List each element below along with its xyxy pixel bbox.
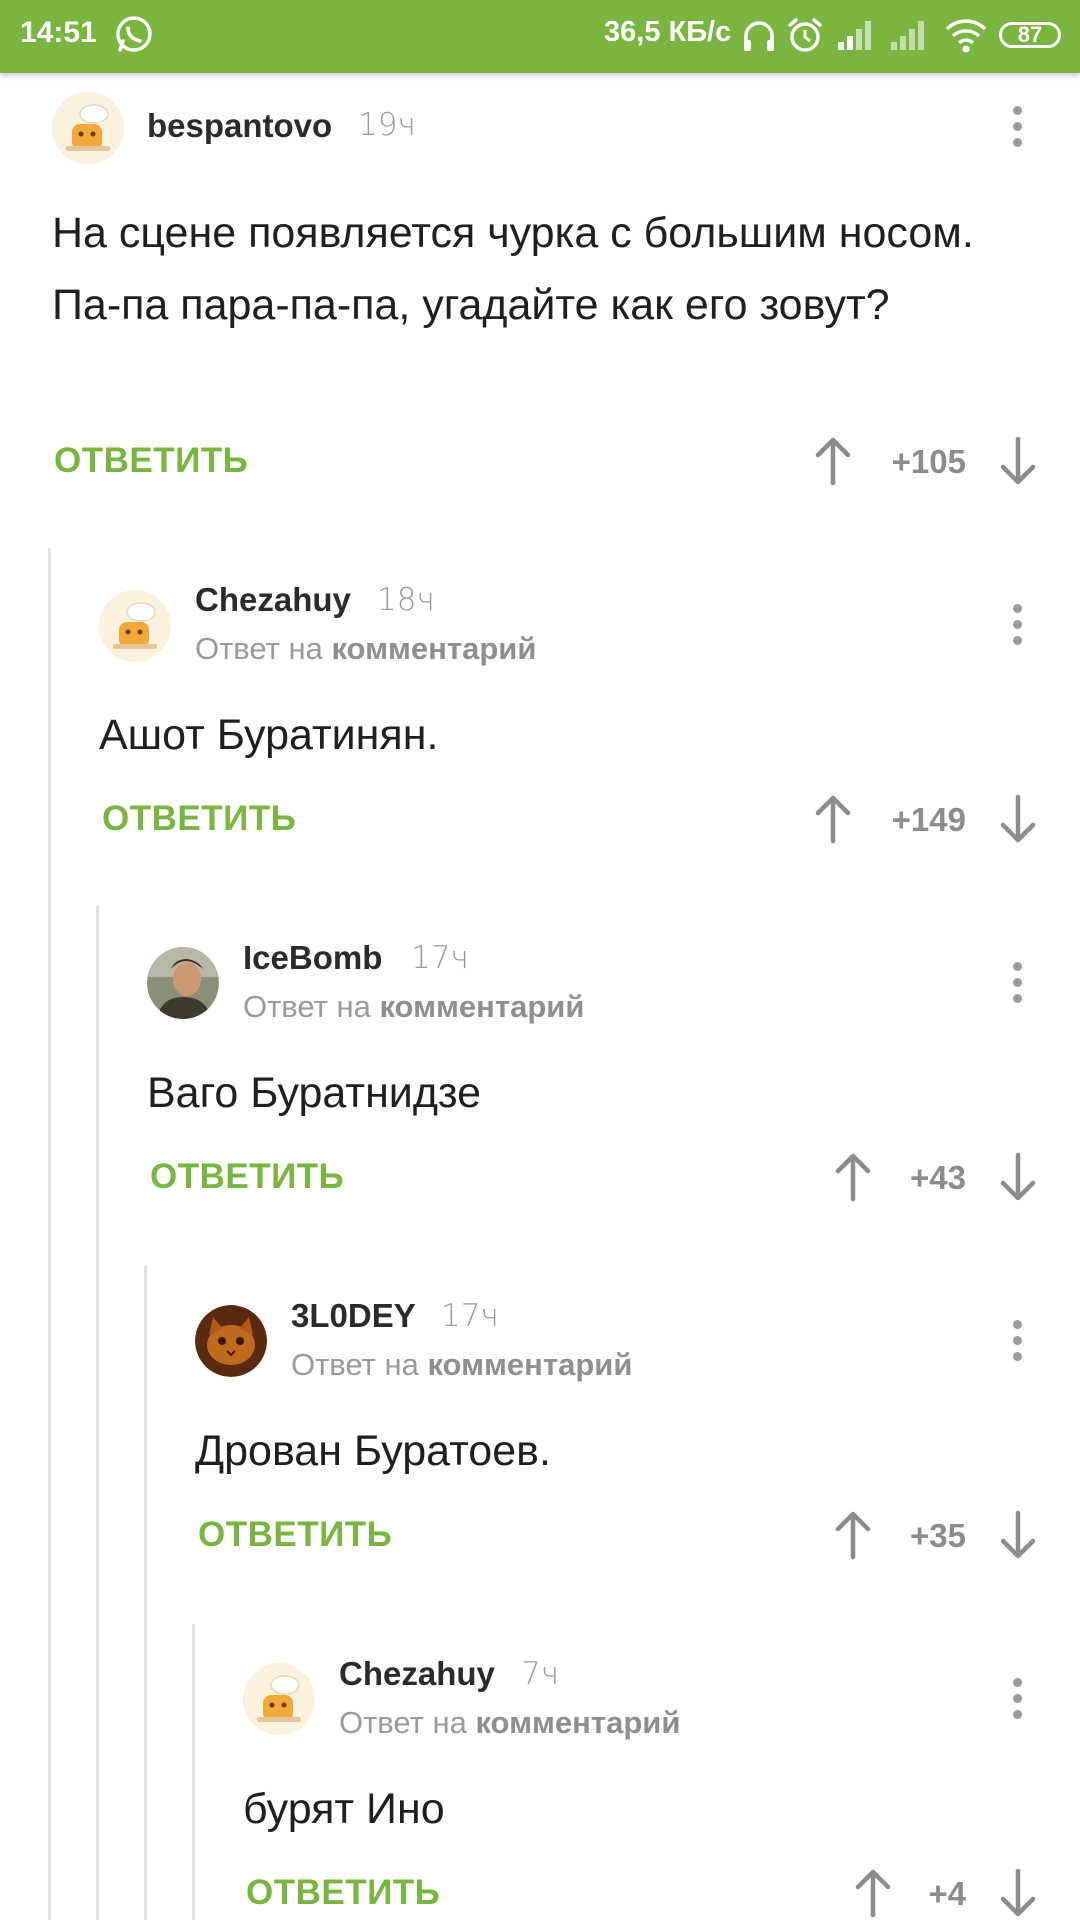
whatsapp-icon — [116, 16, 152, 52]
avatar[interactable] — [243, 1663, 315, 1735]
wifi-icon — [945, 19, 987, 53]
comment-time: 7ч — [521, 1656, 560, 1692]
upvote-arrow-icon[interactable] — [833, 1510, 873, 1560]
more-options-icon[interactable] — [1002, 600, 1032, 650]
battery-icon: 87 — [999, 22, 1061, 48]
reply-to-label: Ответ на комментарий — [291, 1347, 633, 1382]
chef-avatar-icon — [99, 590, 171, 662]
username[interactable]: Chezahuy — [195, 581, 351, 619]
photo-avatar-icon — [147, 947, 219, 1019]
thread-line — [48, 548, 51, 1920]
status-bar: 14:51 36,5 КБ/с 87 — [0, 0, 1080, 73]
score: +35 — [910, 1517, 966, 1554]
avatar[interactable] — [195, 1305, 267, 1377]
comment-time: 19ч — [358, 107, 416, 143]
headphones-icon — [744, 21, 774, 51]
more-options-icon[interactable] — [1002, 1316, 1032, 1366]
comment-text: Дрован Буратоев. — [195, 1427, 551, 1475]
downvote-arrow-icon[interactable] — [998, 436, 1038, 486]
score: +4 — [928, 1875, 966, 1912]
network-speed: 36,5 КБ/с — [604, 16, 732, 48]
reply-button[interactable]: ОТВЕТИТЬ — [54, 441, 248, 481]
upvote-arrow-icon[interactable] — [813, 794, 853, 844]
signal-empty-icon — [891, 21, 924, 50]
avatar[interactable] — [52, 92, 124, 164]
score: +149 — [891, 801, 966, 838]
thread-line — [96, 906, 99, 1920]
comment-time: 17ч — [411, 940, 469, 976]
cat-photo-avatar-icon — [195, 1305, 267, 1377]
reply-to-label: Ответ на комментарий — [243, 989, 585, 1024]
comment-time: 17ч — [441, 1298, 499, 1334]
reply-button[interactable]: ОТВЕТИТЬ — [150, 1157, 344, 1197]
upvote-arrow-icon[interactable] — [833, 1152, 873, 1202]
downvote-arrow-icon[interactable] — [998, 1510, 1038, 1560]
username[interactable]: IceBomb — [243, 939, 382, 977]
avatar[interactable] — [147, 947, 219, 1019]
comment-text: На сцене появляется чурка с большим носо… — [52, 209, 974, 329]
downvote-arrow-icon[interactable] — [998, 1152, 1038, 1202]
reply-button[interactable]: ОТВЕТИТЬ — [246, 1873, 440, 1913]
reply-to-label: Ответ на комментарий — [195, 631, 537, 666]
upvote-arrow-icon[interactable] — [813, 436, 853, 486]
reply-to-link[interactable]: комментарий — [379, 989, 584, 1024]
chef-avatar-icon — [243, 1663, 315, 1735]
more-options-icon[interactable] — [1002, 958, 1032, 1008]
alarm-icon — [788, 18, 822, 52]
comment-time: 18ч — [377, 582, 435, 618]
thread-line — [192, 1624, 195, 1920]
score: +43 — [910, 1159, 966, 1196]
username[interactable]: bespantovo — [147, 107, 332, 145]
username[interactable]: Chezahuy — [339, 1655, 495, 1693]
thread-line — [144, 1266, 147, 1920]
score: +105 — [891, 443, 966, 480]
reply-button[interactable]: ОТВЕТИТЬ — [198, 1515, 392, 1555]
reply-to-link[interactable]: комментарий — [331, 631, 536, 666]
signal-icon — [838, 21, 871, 50]
more-options-icon[interactable] — [1002, 1674, 1032, 1724]
reply-to-label: Ответ на комментарий — [339, 1705, 681, 1740]
comment-text: Ваго Буратнидзе — [147, 1069, 482, 1117]
reply-to-link[interactable]: комментарий — [427, 1347, 632, 1382]
downvote-arrow-icon[interactable] — [998, 794, 1038, 844]
chef-avatar-icon — [52, 92, 124, 164]
comment-text: бурят Ино — [243, 1785, 445, 1833]
username[interactable]: 3L0DEY — [291, 1297, 416, 1335]
downvote-arrow-icon[interactable] — [998, 1868, 1038, 1918]
avatar[interactable] — [99, 590, 171, 662]
more-options-icon[interactable] — [1002, 102, 1032, 152]
reply-button[interactable]: ОТВЕТИТЬ — [102, 799, 296, 839]
reply-to-link[interactable]: комментарий — [475, 1705, 680, 1740]
status-time: 14:51 — [20, 16, 97, 49]
comment-text: Ашот Буратинян. — [99, 711, 439, 759]
